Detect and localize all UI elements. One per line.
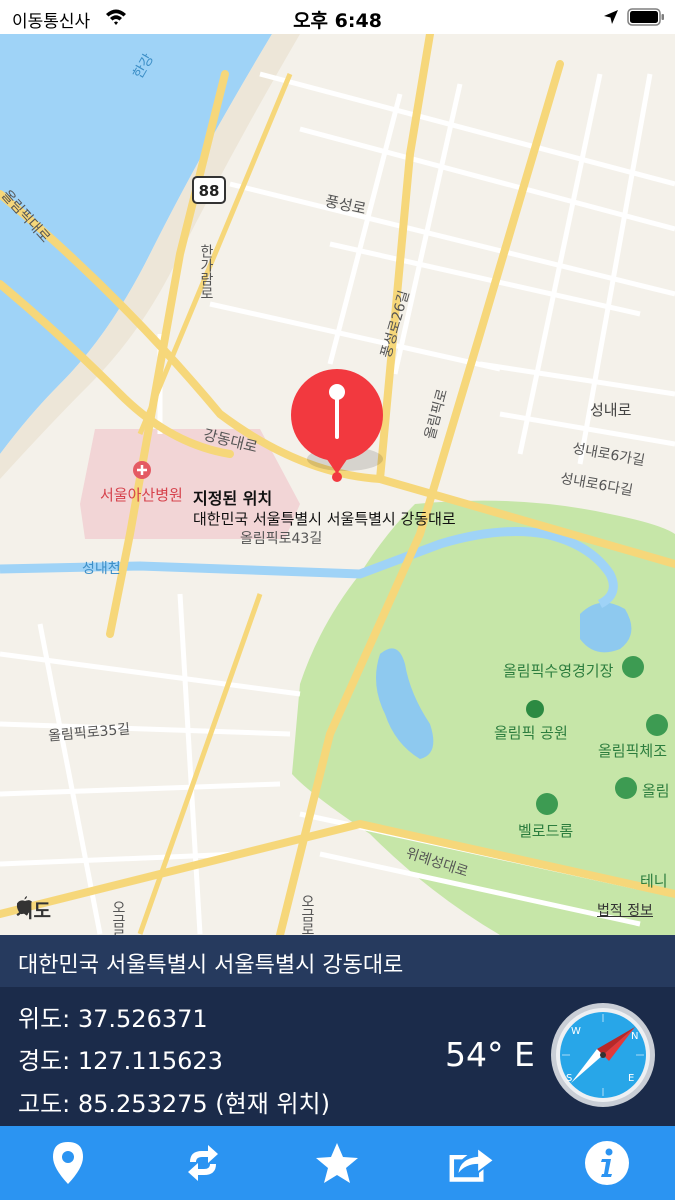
maps-attribution: 지도 [16, 896, 51, 923]
road-label: 올림픽로43길 [240, 531, 323, 547]
svg-text:W: W [571, 1026, 581, 1037]
apple-logo-icon [16, 896, 32, 915]
poi-label[interactable]: 올림픽체조 [598, 740, 667, 761]
star-icon [316, 1143, 358, 1183]
poi-label[interactable]: 올림픽 공원 [494, 722, 568, 743]
coordinates-panel: 위도: 37.526371 경도: 127.115623 고도: 85.2532… [0, 987, 675, 1126]
road-label: 성내로 [590, 401, 632, 419]
address-bar: 대한민국 서울특별시 서울특별시 강동대로 [0, 935, 675, 987]
road-label: 오금로 [299, 894, 315, 935]
info-icon [585, 1141, 629, 1185]
longitude-value: 경도: 127.115623 [18, 1047, 223, 1075]
svg-text:N: N [631, 1031, 638, 1042]
battery-icon [627, 8, 665, 30]
map-pin-button[interactable] [43, 1140, 93, 1186]
svg-text:S: S [566, 1073, 572, 1084]
heading-value: 54° E [445, 1035, 535, 1074]
pin-subtitle: 대한민국 서울특별시 서울특별시 강동대로 [193, 510, 456, 528]
share-icon [449, 1149, 493, 1182]
pin-title: 지정된 위치 [193, 489, 273, 508]
poi-label[interactable]: 테니 [640, 870, 668, 891]
info-button[interactable] [582, 1140, 632, 1186]
compass-icon: N E S W [549, 1001, 657, 1113]
altitude-value: 고도: 85.253275 (현재 위치) [18, 1090, 330, 1118]
map-view[interactable]: 88 풍성로 한가람로 풍성로26길 올림픽로 성내로 성내로6가길 성내로6다… [0, 34, 675, 935]
poi-label[interactable]: 올림픽수영경기장 [503, 660, 613, 681]
share-button[interactable] [446, 1140, 496, 1186]
address-text: 대한민국 서울특별시 서울특별시 강동대로 [18, 953, 404, 978]
poi-label[interactable]: 올림 [642, 780, 670, 801]
favorite-button[interactable] [312, 1140, 362, 1186]
svg-text:E: E [628, 1073, 634, 1084]
status-bar: 이동통신사 오후 6:48 [0, 0, 675, 34]
refresh-button[interactable] [178, 1140, 228, 1186]
status-time: 오후 6:48 [293, 10, 382, 32]
road-label: 오금로 [110, 900, 126, 935]
poi-label[interactable]: 벨로드롬 [518, 820, 573, 841]
tab-bar [0, 1126, 675, 1200]
location-arrow-icon [603, 9, 619, 29]
route-88-shield: 88 [199, 182, 220, 200]
hospital-label[interactable]: 서울아산병원 [100, 484, 183, 505]
latitude-value: 위도: 37.526371 [18, 1005, 208, 1033]
stream-label: 성내천 [82, 561, 121, 577]
legal-info-link[interactable]: 법적 정보 [597, 900, 653, 920]
road-label: 한가람로 [198, 244, 214, 300]
refresh-icon [188, 1145, 218, 1181]
map-pin-icon [53, 1142, 83, 1184]
